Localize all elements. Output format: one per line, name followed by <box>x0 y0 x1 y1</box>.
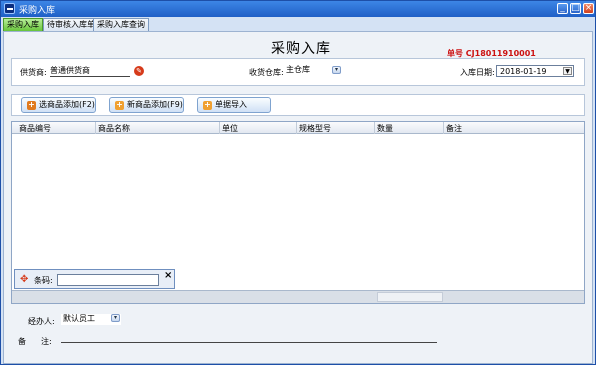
handler-value: 默认员工 <box>63 314 95 323</box>
chevron-down-icon[interactable]: ▾ <box>111 314 120 322</box>
barcode-label: 条码: <box>34 276 53 285</box>
supplier-field[interactable]: 普通供货商 <box>50 65 130 77</box>
select-product-add-button[interactable]: + 选商品添加(F2) <box>21 97 96 113</box>
column-header[interactable]: 单位 <box>222 123 238 134</box>
barcode-popup: ✥ 条码: × <box>14 269 175 289</box>
new-product-add-label: 新商品添加(F9) <box>127 100 183 109</box>
warehouse-label: 收货仓库: <box>249 68 284 77</box>
warehouse-select[interactable]: 主仓库 ▾ <box>284 65 344 76</box>
order-number-value: CJ18011910001 <box>465 49 536 58</box>
column-divider <box>219 122 220 134</box>
tab-inbound-query[interactable]: 采购入库查询 <box>93 18 149 31</box>
minimize-button[interactable]: _ <box>557 3 568 14</box>
add-icon: + <box>27 100 36 110</box>
tab-purchase-inbound[interactable]: 采购入库 <box>3 18 43 31</box>
remark-label-2: 注: <box>41 337 52 346</box>
close-icon[interactable]: × <box>164 270 172 281</box>
maximize-button[interactable]: □ <box>570 3 581 14</box>
title-bar[interactable]: 采购入库 _ □ × <box>1 1 595 17</box>
remark-field-underline <box>61 342 437 343</box>
warehouse-value: 主仓库 <box>286 65 310 74</box>
purchase-inbound-window: 采购入库 _ □ × 采购入库 待审核入库单 采购入库查询 采购入库 单号 CJ… <box>0 0 596 365</box>
window-title: 采购入库 <box>19 6 56 16</box>
handler-label: 经办人: <box>28 317 55 326</box>
grid-summary-row <box>12 290 584 303</box>
column-divider <box>443 122 444 134</box>
close-button[interactable]: × <box>583 3 594 14</box>
tab-pending-review[interactable]: 待审核入库单 <box>43 18 99 31</box>
new-product-add-button[interactable]: + 新商品添加(F9) <box>109 97 184 113</box>
handler-select[interactable]: 默认员工 ▾ <box>61 314 121 325</box>
date-picker[interactable]: 2018-01-19 ▼ <box>496 65 574 77</box>
column-header[interactable]: 商品名称 <box>98 123 130 134</box>
column-header[interactable]: 规格型号 <box>299 123 331 134</box>
order-number-label: 单号 <box>447 49 463 58</box>
column-header[interactable]: 数量 <box>377 123 393 134</box>
move-icon[interactable]: ✥ <box>20 275 29 285</box>
form-title: 采购入库 <box>271 41 331 57</box>
grid-header: 商品编号 商品名称 单位 规格型号 数量 备注 <box>12 122 584 134</box>
quantity-total-cell <box>377 292 443 302</box>
document-import-button[interactable]: + 单据导入 <box>197 97 271 113</box>
document-import-label: 单据导入 <box>215 100 247 109</box>
remark-label-1: 备 <box>18 337 26 346</box>
column-divider <box>296 122 297 134</box>
toolbar <box>11 94 585 116</box>
chevron-down-icon[interactable]: ▾ <box>332 66 341 74</box>
column-header[interactable]: 备注 <box>446 123 462 134</box>
barcode-input[interactable] <box>57 274 159 286</box>
select-product-add-label: 选商品添加(F2) <box>39 100 95 109</box>
new-item-icon: + <box>115 100 124 110</box>
column-header[interactable]: 商品编号 <box>19 123 51 134</box>
import-icon: + <box>203 100 212 110</box>
date-label: 入库日期: <box>460 68 495 77</box>
supplier-label: 供货商: <box>20 68 47 77</box>
calendar-dropdown-icon[interactable]: ▼ <box>563 67 572 75</box>
column-divider <box>95 122 96 134</box>
date-value: 2018-01-19 <box>500 67 547 76</box>
app-icon <box>4 3 15 14</box>
column-divider <box>374 122 375 134</box>
supplier-lookup-icon[interactable]: ✎ <box>134 66 144 76</box>
